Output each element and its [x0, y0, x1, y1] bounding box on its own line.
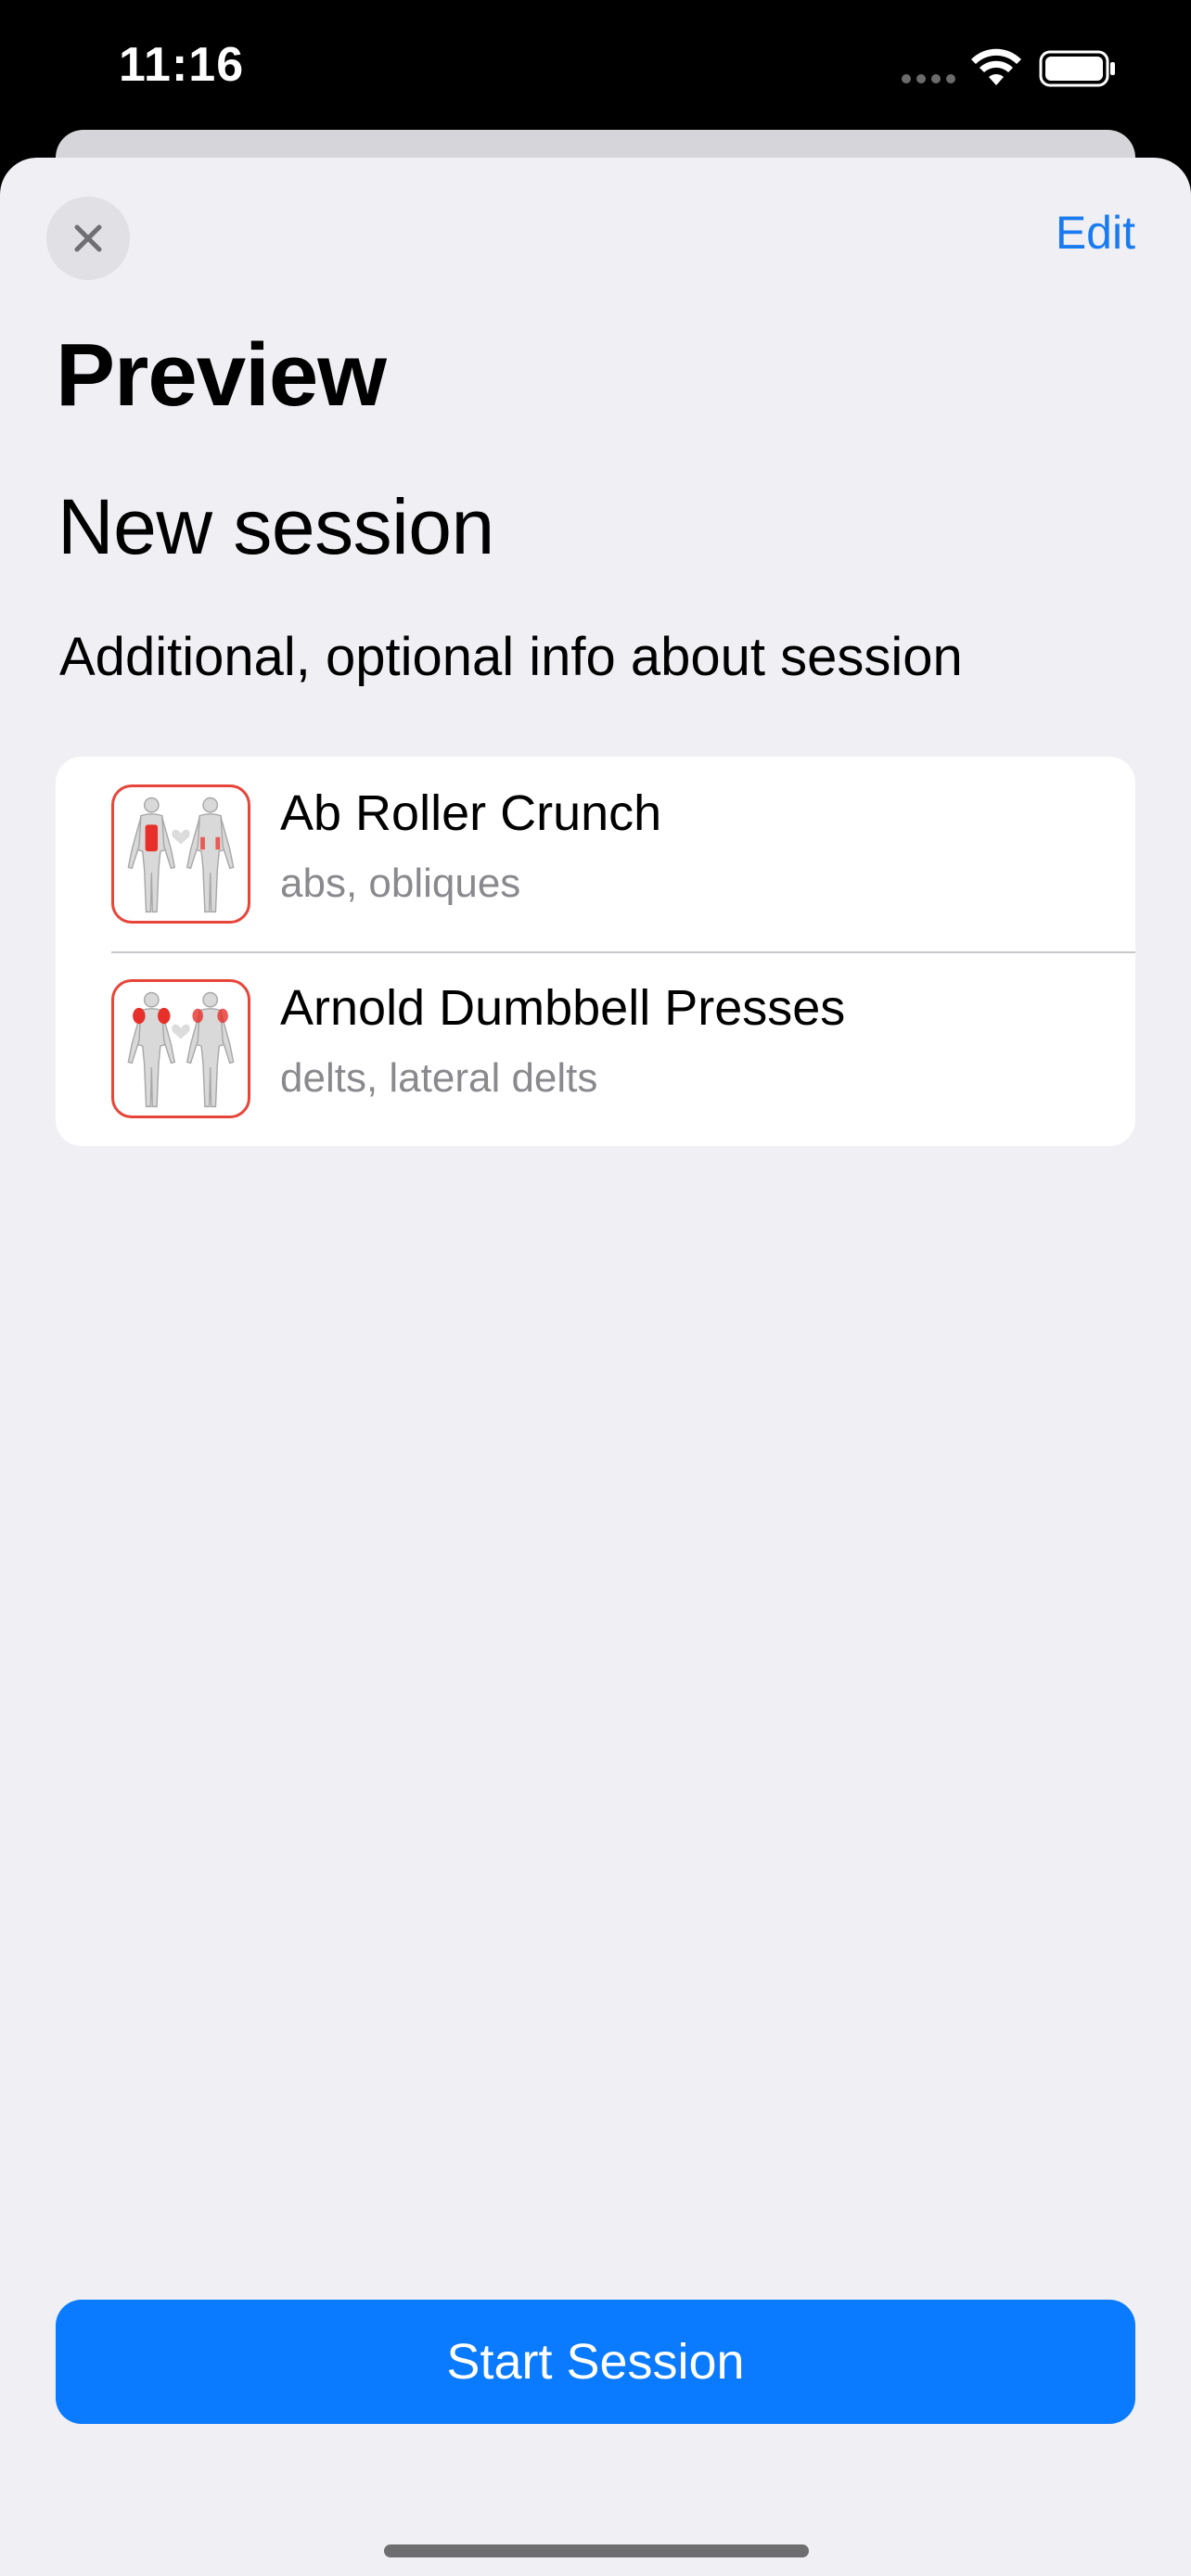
status-bar: 11:16	[0, 0, 1191, 130]
exercise-muscles: delts, lateral delts	[280, 1055, 598, 1101]
wifi-icon	[971, 48, 1021, 85]
close-button[interactable]	[46, 197, 130, 280]
muscle-diagram-icon	[111, 979, 250, 1118]
close-icon	[74, 224, 102, 252]
page-title: Preview	[56, 325, 387, 425]
exercise-list: Ab Roller Crunch abs, obliques Arnold Du…	[56, 757, 1135, 1146]
exercise-name: Ab Roller Crunch	[280, 785, 662, 841]
exercise-name: Arnold Dumbbell Presses	[280, 980, 846, 1036]
preview-sheet: Edit Preview New session Additional, opt…	[0, 158, 1191, 2576]
session-info: Additional, optional info about session	[59, 627, 963, 687]
edit-button[interactable]: Edit	[1056, 206, 1135, 260]
session-name: New session	[58, 483, 494, 570]
battery-icon	[1039, 50, 1115, 87]
status-time: 11:16	[119, 38, 245, 92]
muscle-diagram-icon	[111, 784, 250, 924]
home-indicator	[384, 2544, 809, 2557]
list-item[interactable]: Ab Roller Crunch abs, obliques	[56, 757, 1135, 951]
start-session-button[interactable]: Start Session	[56, 2300, 1135, 2424]
list-item[interactable]: Arnold Dumbbell Presses delts, lateral d…	[56, 951, 1135, 1146]
exercise-muscles: abs, obliques	[280, 861, 521, 906]
signal-dots-icon	[902, 74, 957, 83]
